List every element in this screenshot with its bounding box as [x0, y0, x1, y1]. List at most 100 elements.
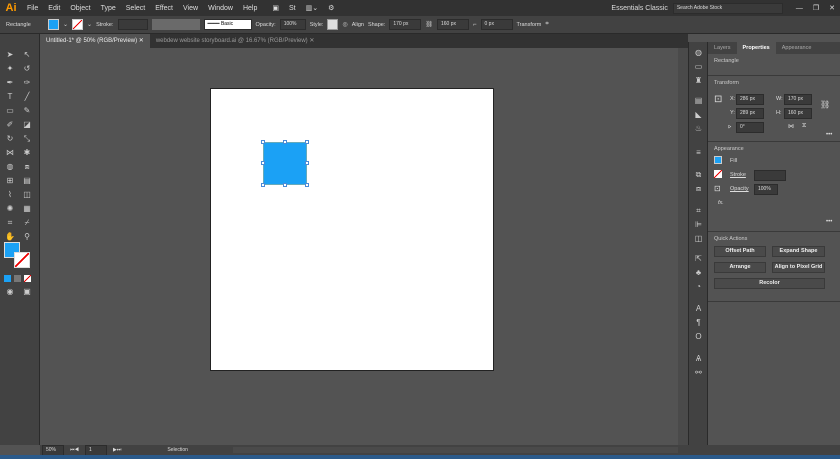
- fill-swatch[interactable]: [48, 19, 59, 30]
- stroke-panel-icon[interactable]: ≡: [693, 148, 704, 158]
- corner-type-icon[interactable]: ⌐: [473, 22, 477, 28]
- lasso-icon[interactable]: ↺: [22, 64, 32, 74]
- x-input[interactable]: 286 px: [736, 94, 764, 105]
- variable-width-profile[interactable]: [151, 19, 200, 30]
- bridge-icon[interactable]: ▣: [272, 4, 279, 12]
- scale-icon[interactable]: ⤡: [22, 134, 32, 144]
- tab-appearance[interactable]: Appearance: [776, 42, 818, 54]
- color-mode-icon[interactable]: [4, 275, 11, 282]
- menu-select[interactable]: Select: [126, 5, 145, 12]
- opacity-link[interactable]: Opacity: [730, 186, 749, 192]
- stroke-link[interactable]: Stroke: [730, 172, 746, 178]
- close-tab-icon[interactable]: ✕: [139, 38, 144, 44]
- close-button[interactable]: ✕: [829, 4, 835, 12]
- flip-horizontal-icon[interactable]: ⋈: [788, 123, 794, 130]
- shaper-icon[interactable]: ✐: [5, 120, 15, 130]
- stock-icon[interactable]: St: [289, 5, 296, 12]
- glyphs-icon[interactable]: Ѧ: [693, 354, 704, 364]
- more-options-icon[interactable]: •••: [826, 219, 832, 225]
- rotate-icon[interactable]: ↻: [5, 134, 15, 144]
- resize-handle[interactable]: [283, 140, 287, 144]
- shape-label[interactable]: Shape:: [368, 22, 385, 28]
- opentype-icon[interactable]: O: [693, 332, 704, 342]
- paragraph-icon[interactable]: ¶: [693, 318, 704, 328]
- artboard-number-select[interactable]: 1: [84, 444, 107, 456]
- resize-handle[interactable]: [305, 183, 309, 187]
- recolor-button[interactable]: Recolor: [714, 278, 825, 289]
- draw-mode-icon[interactable]: ◉: [5, 287, 15, 297]
- isolate-icon[interactable]: ⌗: [545, 21, 548, 28]
- selection-tool-icon[interactable]: ➤: [5, 50, 15, 60]
- minimize-button[interactable]: —: [796, 5, 803, 12]
- h-input[interactable]: 160 px: [784, 108, 812, 119]
- align-panel-icon[interactable]: ⌗: [693, 206, 704, 216]
- y-input[interactable]: 289 px: [736, 108, 764, 119]
- resize-handle[interactable]: [283, 183, 287, 187]
- expand-shape-button[interactable]: Expand Shape: [772, 246, 825, 257]
- stroke-weight-input[interactable]: [117, 19, 148, 30]
- menu-object[interactable]: Object: [70, 5, 90, 12]
- paintbrush-icon[interactable]: ✎: [22, 106, 32, 116]
- curvature-icon[interactable]: ✑: [22, 78, 32, 88]
- menu-file[interactable]: File: [27, 5, 38, 12]
- menu-window[interactable]: Window: [208, 5, 233, 12]
- resize-handle[interactable]: [305, 140, 309, 144]
- tab-properties[interactable]: Properties: [736, 42, 776, 54]
- magic-wand-icon[interactable]: ✦: [5, 64, 15, 74]
- pen-tool-icon[interactable]: ✒: [5, 78, 15, 88]
- resize-handle[interactable]: [261, 140, 265, 144]
- stroke-swatch[interactable]: [72, 19, 84, 30]
- recolor-icon[interactable]: ◎: [342, 21, 347, 28]
- gradient-mode-icon[interactable]: [14, 275, 21, 282]
- shape-builder-icon[interactable]: ◍: [5, 162, 15, 172]
- style-swatch[interactable]: [327, 19, 339, 30]
- arrange-documents-icon[interactable]: ▥⌄: [306, 4, 318, 12]
- graphic-styles-icon[interactable]: ▤: [693, 96, 704, 106]
- resize-handle[interactable]: [305, 161, 309, 165]
- menu-effect[interactable]: Effect: [155, 5, 173, 12]
- current-tool-status[interactable]: Selection: [167, 447, 227, 453]
- pathfinder-icon[interactable]: ⧈: [693, 184, 704, 194]
- offset-path-button[interactable]: Offset Path: [714, 246, 766, 257]
- perspective-icon[interactable]: ⧈: [22, 162, 32, 172]
- hand-tool-icon[interactable]: ✋: [5, 232, 15, 242]
- opacity-input[interactable]: 100%: [279, 19, 306, 30]
- gradient-icon[interactable]: ▤: [22, 176, 32, 186]
- menu-type[interactable]: Type: [101, 5, 116, 12]
- fill-swatch[interactable]: [714, 156, 722, 164]
- align-to-pixel-grid-button[interactable]: Align to Pixel Grid: [772, 262, 825, 273]
- link-icon[interactable]: ⛓: [425, 21, 433, 28]
- close-tab-icon[interactable]: ✕: [309, 38, 314, 44]
- vertical-scrollbar[interactable]: [678, 48, 688, 445]
- layers-icon[interactable]: ◫: [693, 234, 704, 244]
- horizontal-scrollbar[interactable]: [233, 447, 678, 453]
- next-artboard-icon[interactable]: ▶⏭: [113, 447, 121, 453]
- previous-artboard-icon[interactable]: ⏮◀: [70, 447, 79, 453]
- menu-edit[interactable]: Edit: [48, 5, 60, 12]
- align-left-icon[interactable]: ⊫: [693, 220, 704, 230]
- stroke-color-box[interactable]: [14, 252, 30, 268]
- width-tool-icon[interactable]: ⋈: [5, 148, 15, 158]
- graph-tool-icon[interactable]: ▦: [22, 204, 32, 214]
- restore-button[interactable]: ❐: [813, 4, 819, 12]
- slice-icon[interactable]: ⌿: [22, 218, 32, 228]
- tab-untitled-1[interactable]: Untitled-1* @ 50% (RGB/Preview) ✕: [40, 34, 150, 48]
- arrange-button[interactable]: Arrange: [714, 262, 766, 273]
- character-icon[interactable]: A: [693, 304, 704, 314]
- stroke-swatch[interactable]: [714, 170, 722, 178]
- rotate-angle-input[interactable]: 0°: [736, 122, 764, 133]
- transform-link[interactable]: Transform: [517, 22, 542, 28]
- resize-handle[interactable]: [261, 183, 265, 187]
- corner-radius-input[interactable]: 0 px: [480, 19, 513, 30]
- stroke-weight-input[interactable]: [754, 170, 786, 181]
- opacity-input[interactable]: 100%: [754, 184, 778, 195]
- chevron-down-icon[interactable]: ⌄: [87, 21, 92, 28]
- export-icon[interactable]: ⇱: [693, 254, 704, 264]
- menu-help[interactable]: Help: [243, 5, 257, 12]
- direct-selection-tool-icon[interactable]: ↖: [22, 50, 32, 60]
- chevron-down-icon[interactable]: ⌄: [63, 21, 68, 28]
- symbol-sprayer-icon[interactable]: ✺: [5, 204, 15, 214]
- symbols-icon[interactable]: ♨: [693, 124, 704, 134]
- transform-panel-icon[interactable]: ⧉: [693, 170, 704, 180]
- eraser-icon[interactable]: ◪: [22, 120, 32, 130]
